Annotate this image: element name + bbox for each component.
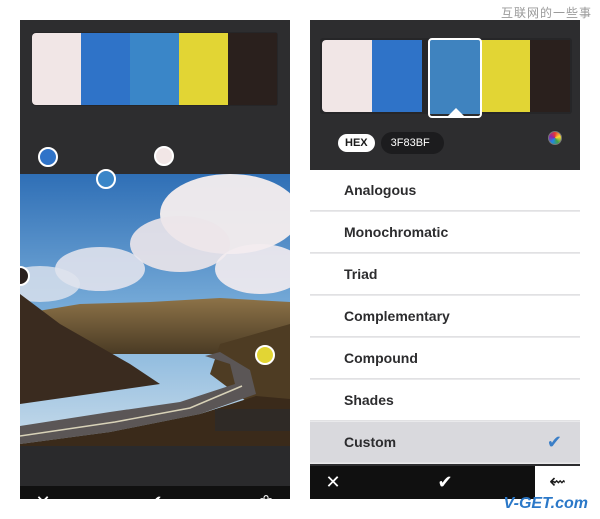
hex-label[interactable]: HEX xyxy=(338,134,375,152)
scheme-label: Analogous xyxy=(344,182,417,198)
palette-swatch-2[interactable] xyxy=(81,33,130,105)
color-picker-handle[interactable] xyxy=(96,169,116,189)
scheme-item-custom[interactable]: Custom ✔ xyxy=(310,422,580,463)
photo-footer xyxy=(20,446,290,486)
bottom-toolbar: ✕ ✔ xyxy=(310,466,535,499)
checkmark-icon[interactable]: ✔ xyxy=(425,466,465,499)
palette-swatch-5[interactable] xyxy=(530,40,570,112)
scheme-item-analogous[interactable]: Analogous xyxy=(310,170,580,211)
checkmark-icon[interactable]: ✔ xyxy=(135,486,175,499)
close-icon[interactable]: ✕ xyxy=(23,486,63,499)
watermark-text: 互联网的一些事 xyxy=(500,6,592,20)
scheme-item-complementary[interactable]: Complementary xyxy=(310,296,580,337)
scheme-label: Shades xyxy=(344,392,394,408)
scheme-label: Monochromatic xyxy=(344,224,449,240)
scheme-label: Custom xyxy=(344,434,397,450)
hex-display: HEX 3F83BF xyxy=(338,132,444,154)
palette-swatch-4[interactable] xyxy=(480,40,530,112)
site-badge: V-GET.com xyxy=(503,495,588,512)
palette-swatch-2[interactable] xyxy=(372,40,422,112)
palette-swatch-5[interactable] xyxy=(228,33,277,105)
scheme-item-compound[interactable]: Compound xyxy=(310,338,580,379)
color-picker-handle[interactable] xyxy=(255,345,275,365)
scheme-list: Analogous Monochromatic Triad Complement… xyxy=(310,170,580,464)
selected-swatch-notch xyxy=(448,108,464,116)
source-photo xyxy=(20,174,290,446)
palette-swatch-1[interactable] xyxy=(322,40,372,112)
photo-picker-screen: ✕ ✔ ❀ xyxy=(20,20,290,499)
hex-value[interactable]: 3F83BF xyxy=(380,132,444,154)
extracted-palette xyxy=(32,32,278,106)
scheme-item-triad[interactable]: Triad xyxy=(310,254,580,295)
scheme-item-shades[interactable]: Shades xyxy=(310,380,580,421)
close-icon[interactable]: ✕ xyxy=(313,466,353,499)
palette-swatch-3[interactable] xyxy=(130,33,179,105)
selected-swatch-frame xyxy=(428,38,482,118)
scheme-item-monochromatic[interactable]: Monochromatic xyxy=(310,212,580,253)
checkmark-icon: ✔ xyxy=(546,432,562,452)
color-wheel-icon[interactable] xyxy=(548,131,562,145)
color-scheme-screen: HEX 3F83BF Analogous Monochromatic Triad… xyxy=(310,20,580,499)
scheme-label: Compound xyxy=(344,350,418,366)
color-picker-handle[interactable] xyxy=(38,147,58,167)
color-picker-handle[interactable] xyxy=(154,146,174,166)
palette-swatch-1[interactable] xyxy=(32,33,81,105)
flower-icon[interactable]: ❀ xyxy=(246,486,286,499)
scheme-palette xyxy=(320,38,572,118)
scheme-label: Complementary xyxy=(344,308,450,324)
scheme-label: Triad xyxy=(344,266,378,282)
bottom-toolbar: ✕ ✔ ❀ xyxy=(20,486,290,499)
palette-swatch-4[interactable] xyxy=(179,33,228,105)
